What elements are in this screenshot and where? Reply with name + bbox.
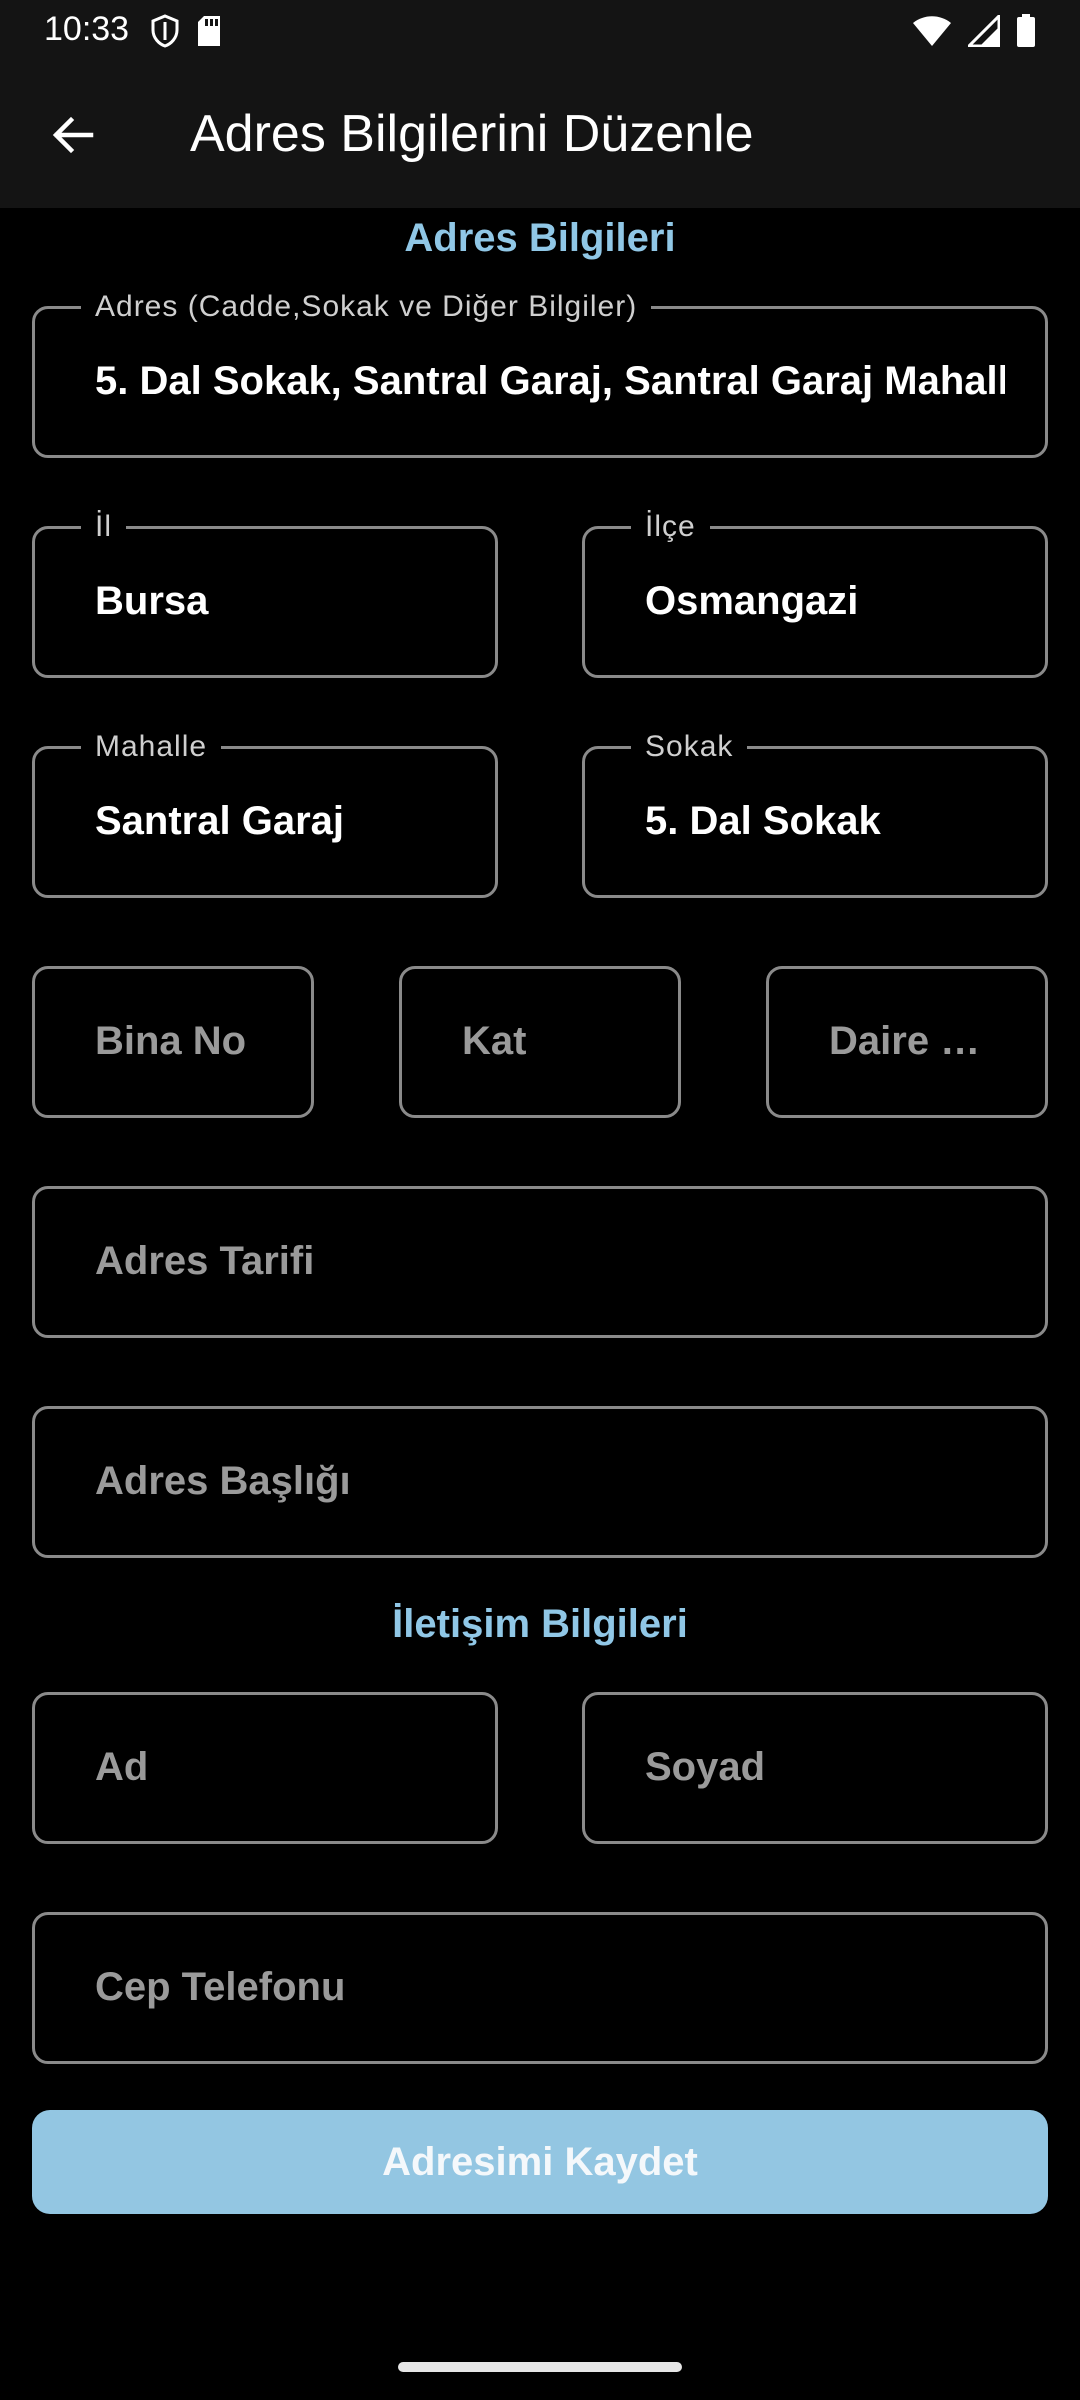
building-no-field[interactable]: Bina No (32, 966, 314, 1118)
last-name-placeholder: Soyad (645, 1745, 766, 1789)
floor-field[interactable]: Kat (399, 966, 681, 1118)
street-field-label: Sokak (631, 730, 748, 764)
back-button[interactable] (40, 104, 106, 170)
neighborhood-field[interactable]: Mahalle Santral Garaj (32, 730, 498, 898)
first-name-field[interactable]: Ad (32, 1692, 498, 1844)
signal-icon (965, 12, 1001, 52)
page-title: Adres Bilgilerini Düzenle (190, 105, 754, 163)
city-field[interactable]: İl Bursa (32, 510, 498, 678)
neighborhood-field-value: Santral Garaj (95, 799, 345, 843)
battery-icon (1016, 14, 1036, 53)
address-section-title: Adres Bilgileri (404, 216, 676, 260)
last-name-field[interactable]: Soyad (582, 1692, 1048, 1844)
status-time: 10:33 (44, 10, 130, 48)
arrow-left-icon (49, 111, 97, 164)
address-field-value: 5. Dal Sokak, Santral Garaj, Santral Gar… (95, 359, 1005, 403)
directions-field[interactable]: Adres Tarifi (32, 1186, 1048, 1338)
status-icons-right (912, 12, 1036, 53)
apartment-no-field[interactable]: Daire … (766, 966, 1048, 1118)
district-field-value: Osmangazi (645, 579, 859, 623)
floor-placeholder: Kat (462, 1019, 527, 1063)
address-title-placeholder: Adres Başlığı (95, 1459, 351, 1503)
directions-placeholder: Adres Tarifi (95, 1239, 315, 1283)
wifi-icon (912, 15, 952, 52)
status-bar: 10:33 (0, 0, 1080, 62)
mobile-phone-placeholder: Cep Telefonu (95, 1965, 346, 2009)
neighborhood-field-label: Mahalle (81, 730, 222, 764)
street-field-value: 5. Dal Sokak (645, 799, 881, 843)
first-name-placeholder: Ad (95, 1745, 149, 1789)
district-field[interactable]: İlçe Osmangazi (582, 510, 1048, 678)
building-no-placeholder: Bina No (95, 1019, 247, 1063)
save-address-button[interactable]: Adresimi Kaydet (32, 2110, 1048, 2214)
district-field-label: İlçe (631, 510, 710, 544)
contact-section-title: İletişim Bilgileri (392, 1602, 688, 1646)
city-field-value: Bursa (95, 579, 209, 623)
home-indicator[interactable] (398, 2362, 682, 2372)
sd-card-icon (196, 15, 222, 52)
app-bar: Adres Bilgilerini Düzenle (0, 62, 1080, 208)
address-field[interactable]: Adres (Cadde,Sokak ve Diğer Bilgiler) 5.… (32, 290, 1048, 458)
shield-icon (150, 14, 180, 53)
status-icons-left (150, 14, 222, 53)
city-field-label: İl (81, 510, 126, 544)
street-field[interactable]: Sokak 5. Dal Sokak (582, 730, 1048, 898)
address-field-label: Adres (Cadde,Sokak ve Diğer Bilgiler) (81, 290, 652, 324)
address-title-field[interactable]: Adres Başlığı (32, 1406, 1048, 1558)
apartment-no-placeholder: Daire … (829, 1019, 981, 1063)
mobile-phone-field[interactable]: Cep Telefonu (32, 1912, 1048, 2064)
